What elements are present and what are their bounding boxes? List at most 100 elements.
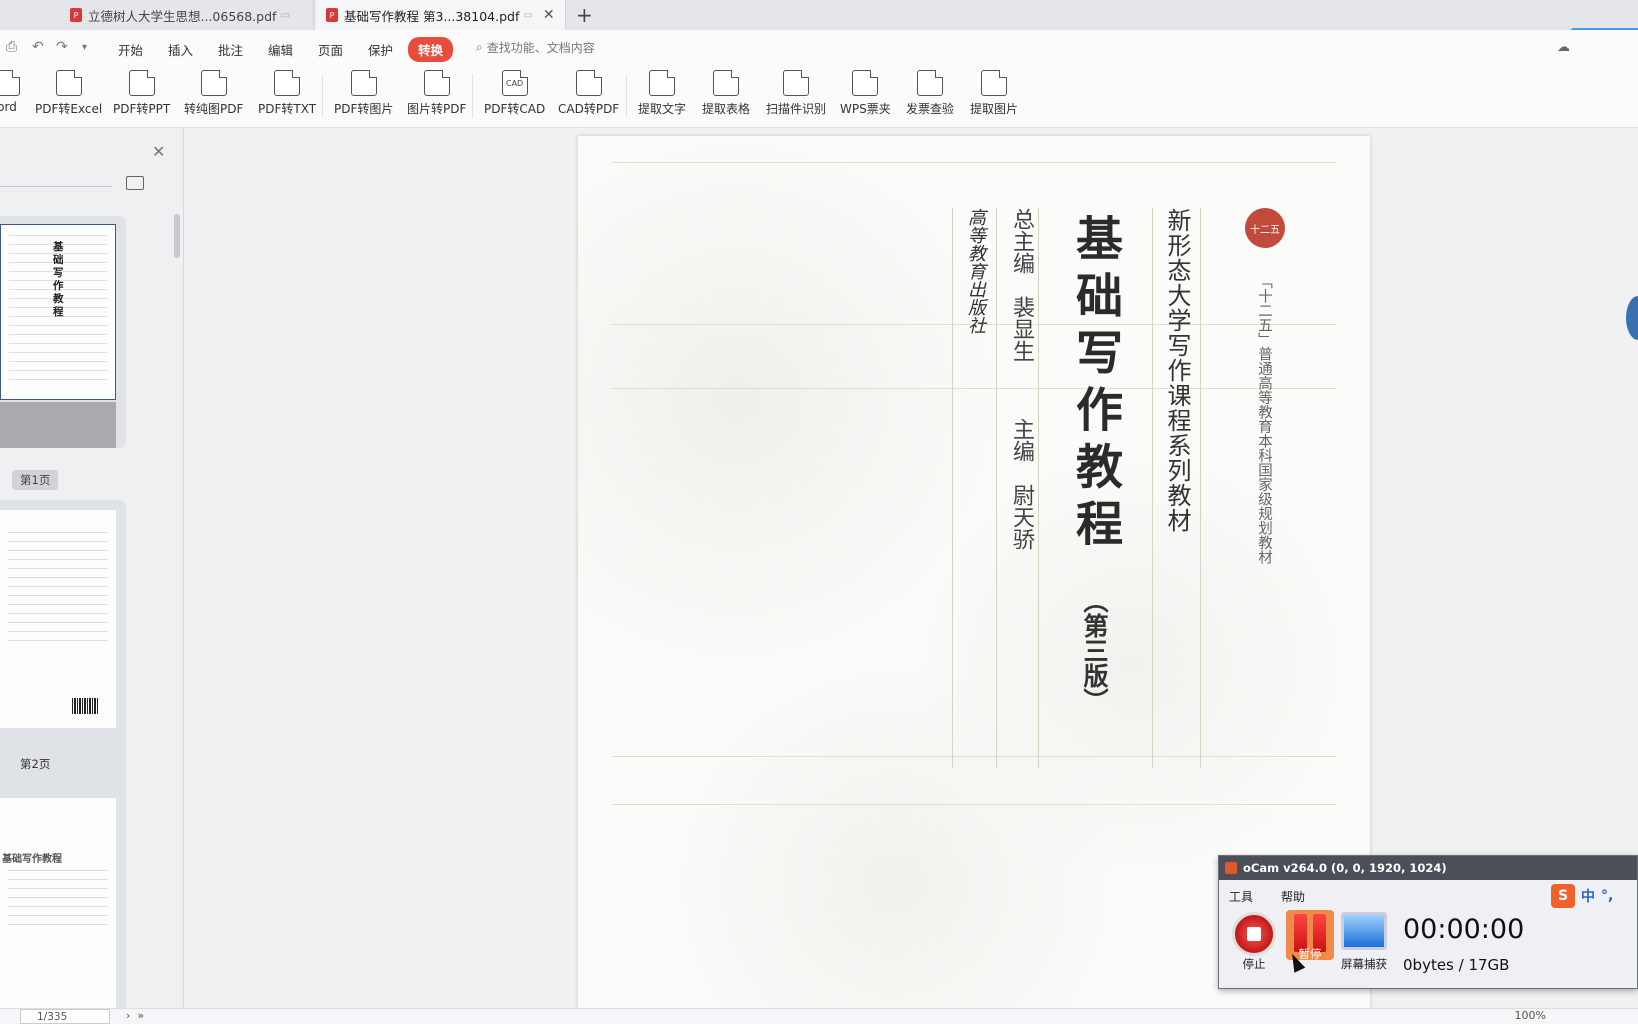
ocam-title: oCam v264.0 (0, 0, 1920, 1024): [1243, 861, 1447, 875]
recording-size: 0bytes / 17GB: [1403, 956, 1510, 974]
extract-image-icon: [981, 70, 1007, 96]
thumbnail-texture: [8, 532, 108, 642]
thumbnail-title: 基础写作教程: [53, 241, 64, 318]
undo-icon[interactable]: ↶: [32, 39, 44, 55]
extract-text-icon: [649, 70, 675, 96]
pdf-to-cad-button[interactable]: CAD PDF转CAD: [484, 70, 545, 117]
menu-annotate[interactable]: 批注: [218, 40, 243, 59]
page-label-2: 第2页: [20, 757, 51, 771]
status-bar: 1/335 › » 100%: [0, 1008, 1638, 1024]
pdf-to-word-button[interactable]: ord: [0, 70, 20, 114]
scan-ocr-button[interactable]: 扫描件识别: [766, 70, 826, 117]
extract-table-icon: [713, 70, 739, 96]
ocam-window: oCam v264.0 (0, 0, 1920, 1024) 工具 帮助 S 中…: [1218, 855, 1638, 989]
pdf-to-image-button[interactable]: PDF转图片: [334, 70, 393, 117]
new-tab-icon[interactable]: +: [576, 3, 593, 27]
ruled-column: [996, 208, 997, 768]
redo-icon[interactable]: ↷: [56, 39, 68, 55]
thumbnail-image: 基础写作教程: [0, 224, 116, 400]
ocam-titlebar[interactable]: oCam v264.0 (0, 0, 1920, 1024): [1219, 856, 1637, 880]
thumbnail-page-3[interactable]: 基础写作教程: [0, 788, 126, 1008]
capture-label: 屏幕捕获: [1341, 957, 1387, 971]
thumbnail-sidebar: ✕ 基础写作教程 第1页 第2页 基础写作教程: [0, 128, 184, 1008]
search-icon: ⌕: [476, 40, 483, 54]
ruled-line: [612, 388, 1336, 389]
ribbon-divider: [322, 74, 323, 118]
stop-button[interactable]: 停止: [1229, 912, 1279, 972]
ime-mode: 中: [1581, 889, 1595, 905]
chevron-down-icon[interactable]: ▾: [82, 42, 87, 53]
pdf-to-ppt-button[interactable]: PDF转PPT: [113, 70, 170, 117]
ruled-column: [952, 208, 953, 768]
button-label: ord: [0, 100, 17, 114]
invoice-check-icon: [917, 70, 943, 96]
button-label: CAD转PDF: [558, 102, 620, 116]
cloud-sync-icon[interactable]: ☁: [1557, 40, 1570, 55]
pdf-to-excel-button[interactable]: PDF转Excel: [35, 70, 102, 117]
button-label: PDF转CAD: [484, 102, 546, 116]
pdf-file-icon: P: [326, 8, 338, 22]
to-image-pdf-button[interactable]: 转纯图PDF: [184, 70, 243, 117]
cover-edition: （第三版）: [1080, 588, 1109, 713]
button-label: PDF转TXT: [258, 102, 317, 116]
tab-label: 基础写作教程 第3...38104.pdf: [344, 8, 520, 24]
thumbnail-image: [0, 510, 116, 728]
barcode-icon: [72, 698, 98, 714]
extract-image-button[interactable]: 提取图片: [970, 70, 1018, 117]
menu-start[interactable]: 开始: [118, 40, 143, 59]
cover-title: 基础写作教程: [1067, 214, 1122, 556]
print-icon[interactable]: ⎙: [6, 39, 17, 55]
menu-edit[interactable]: 编辑: [268, 40, 293, 59]
ruled-column: [1038, 208, 1039, 768]
image-to-pdf-icon: [423, 70, 450, 96]
stop-label: 停止: [1242, 957, 1266, 971]
ticket-folder-button[interactable]: WPS票夹: [840, 70, 891, 117]
button-label: 提取表格: [702, 102, 751, 116]
series-note: 「十二五」普通高等教育本科国家级规划教材: [1256, 274, 1272, 564]
button-label: PDF转PPT: [113, 102, 171, 116]
tab-pin-icon[interactable]: ▭: [523, 10, 532, 21]
extract-text-button[interactable]: 提取文字: [638, 70, 686, 117]
page-number-input[interactable]: 1/335: [20, 1009, 110, 1024]
ocam-menu-help[interactable]: 帮助: [1281, 888, 1305, 905]
menu-insert[interactable]: 插入: [168, 40, 193, 59]
image-icon[interactable]: [126, 176, 144, 190]
tab-document-1[interactable]: P 立德树人大学生思想...06568.pdf ▭: [60, 0, 314, 30]
invoice-check-button[interactable]: 发票查验: [906, 70, 954, 117]
ime-toolbar[interactable]: S 中 °,: [1551, 884, 1613, 908]
button-label: 提取文字: [638, 102, 687, 116]
extract-table-button[interactable]: 提取表格: [702, 70, 750, 117]
pdf-to-txt-icon: [274, 70, 301, 96]
ocam-menu-tools[interactable]: 工具: [1229, 888, 1253, 905]
close-icon[interactable]: ✕: [152, 142, 165, 161]
ticket-folder-icon: [852, 70, 879, 96]
ruled-line: [612, 804, 1336, 805]
zoom-level[interactable]: 100%: [1515, 1009, 1546, 1022]
page-next-icon[interactable]: › »: [126, 1009, 144, 1022]
cad-to-pdf-button[interactable]: CAD转PDF: [558, 70, 619, 117]
tab-pin-icon[interactable]: ▭: [280, 10, 289, 21]
sidebar-divider: [0, 186, 112, 187]
pdf-to-txt-button[interactable]: PDF转TXT: [258, 70, 316, 117]
ruled-line: [612, 756, 1336, 757]
series-title: 新形态大学写作课程系列教材: [1163, 208, 1191, 533]
to-image-pdf-icon: [200, 70, 227, 96]
search-box[interactable]: ⌕ 查找功能、文档内容: [476, 39, 595, 56]
sidebar-scrollbar[interactable]: [174, 214, 180, 258]
stop-icon: [1232, 912, 1276, 956]
screen-capture-button[interactable]: 屏幕捕获: [1339, 912, 1389, 972]
menu-convert[interactable]: 转换: [408, 37, 454, 62]
ruled-column: [1152, 208, 1153, 768]
ocam-menu: 工具 帮助: [1229, 888, 1305, 905]
tab-document-2[interactable]: P 基础写作教程 第3...38104.pdf ▭ ✕: [316, 0, 566, 30]
thumbnail-page-1[interactable]: 基础写作教程: [0, 216, 126, 448]
image-to-pdf-button[interactable]: 图片转PDF: [407, 70, 466, 117]
close-icon[interactable]: ✕: [543, 7, 555, 23]
button-label: 提取图片: [970, 102, 1019, 116]
menu-page[interactable]: 页面: [318, 40, 343, 59]
punctuation-icon: °,: [1601, 888, 1614, 904]
scan-ocr-icon: [783, 70, 809, 96]
menu-protect[interactable]: 保护: [368, 40, 393, 59]
button-label: PDF转图片: [334, 102, 394, 116]
tab-bar: P 立德树人大学生思想...06568.pdf ▭ P 基础写作教程 第3...…: [0, 0, 1638, 30]
